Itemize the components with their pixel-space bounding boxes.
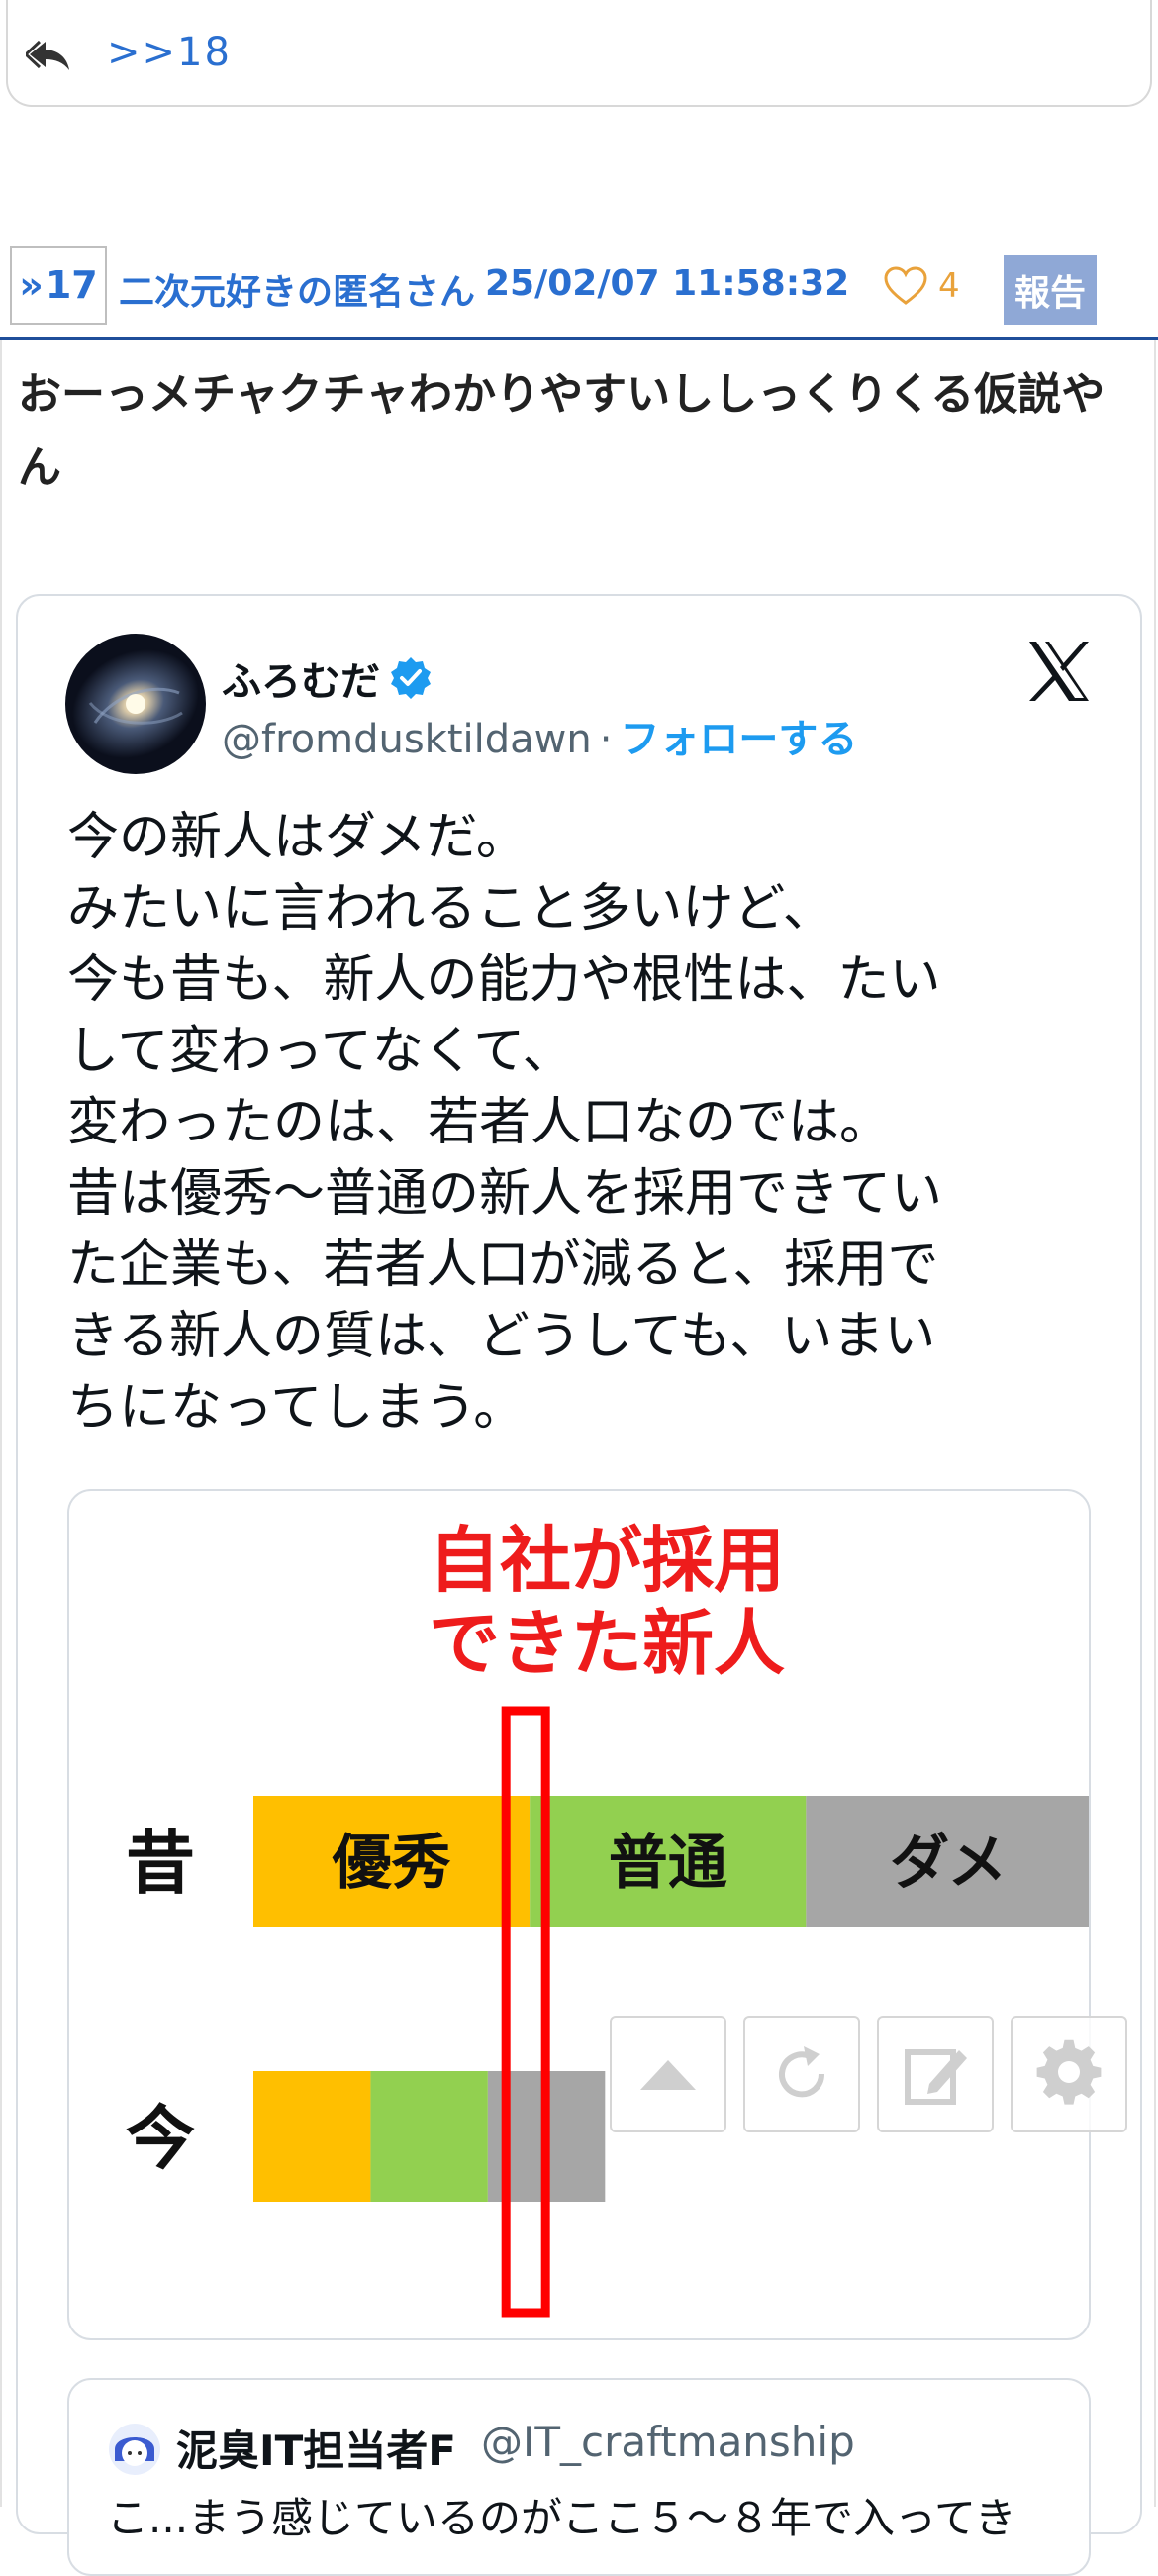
chart-segment-label: 普通	[609, 1829, 727, 1898]
tweet-text: 今の新人はダメだ。 みたいに言われること多いけど、 今も昔も、新人の能力や根性は…	[67, 802, 1097, 1443]
tweet-line: 変わったのは、若者人口なのでは。	[67, 1093, 892, 1152]
chart-segment-label: ダメ	[890, 1829, 1007, 1898]
header-divider	[0, 337, 1158, 340]
tweet-avatar[interactable]	[65, 634, 206, 774]
tweet-line: して変わってなくて、	[67, 1022, 574, 1081]
tweet-handle-row: @fromdusktildawn · フォローする	[222, 707, 857, 764]
post-author: 二次元好きの匿名さん	[119, 272, 476, 313]
tweet-line: みたいに言われること多いけど、	[67, 879, 834, 939]
follow-button[interactable]: フォローする	[620, 717, 857, 762]
post-border-right	[1154, 340, 1156, 2507]
tweet-line: 昔は優秀〜普通の新人を採用できてい	[67, 1164, 943, 1224]
embedded-tweet[interactable]: ふろむだ @fromdusktildawn · フォローする 今の新人はダメだ。 み…	[16, 594, 1142, 2576]
tweet-line: た企業も、若者人口が減ると、採用で	[67, 1236, 939, 1295]
quote-handle: @IT_craftmanship	[481, 2418, 855, 2466]
tweet-line: きる新人の質は、どうしても、いまい	[67, 1307, 936, 1366]
anchor-link-18[interactable]: >>18	[107, 30, 232, 75]
post-header: » 17 二次元好きの匿名さん 25/02/07 11:58:32 4 報告	[0, 244, 1158, 343]
edit-button[interactable]	[877, 2016, 994, 2132]
reload-button[interactable]	[743, 2016, 860, 2132]
tweet-image-chart[interactable]: 自社が採用 できた新人 昔優秀 普通 ダメ今	[67, 1489, 1091, 2340]
report-button[interactable]: 報告	[1004, 255, 1097, 325]
double-chevron-icon: »	[19, 263, 44, 307]
stacked-bar-chart: 昔 優秀 普通 ダメ今	[126, 1706, 1089, 2318]
post-date: 25/02/07 11:58:32	[485, 263, 850, 304]
tweet-line: 今も昔も、新人の能力や根性は、たい	[67, 950, 941, 1010]
tweet-display-name[interactable]: ふろむだ	[222, 649, 434, 707]
tweet-line: 今の新人はダメだ。	[67, 808, 528, 867]
settings-icon	[1036, 2039, 1102, 2105]
post-number: 17	[45, 263, 98, 307]
quote-avatar-icon	[109, 2424, 160, 2475]
verified-badge-icon	[391, 657, 431, 699]
quoted-tweet[interactable]: 泥臭IT担当者F @IT_craftmanship こ...まう感じているのがこ…	[67, 2378, 1091, 2576]
tweet-handle[interactable]: @fromdusktildawn	[222, 717, 592, 762]
x-logo-icon[interactable]	[1023, 636, 1095, 707]
like-count: 4	[938, 266, 960, 306]
chart-segment-label: 優秀	[332, 1829, 451, 1898]
chart-category-label: 今	[126, 2098, 195, 2179]
previous-post-footer: >>18	[6, 0, 1152, 107]
post-border-left	[0, 340, 2, 2507]
chart-bar-segment	[253, 2071, 371, 2202]
reply-all-icon[interactable]	[26, 38, 73, 73]
chart-bar-segment	[370, 2071, 488, 2202]
galaxy-avatar-icon	[65, 634, 206, 774]
quote-text: こ...まう感じているのがここ５〜８年で入ってき	[107, 2494, 1016, 2542]
tweet-line: ちになってしまう。	[67, 1378, 526, 1437]
reload-icon	[779, 2046, 825, 2098]
chart-category-label: 昔	[126, 1823, 195, 1904]
scroll-top-icon	[640, 2060, 696, 2090]
post-number-button[interactable]: » 17	[10, 246, 107, 325]
separator-dot: ·	[599, 717, 613, 762]
settings-button[interactable]	[1011, 2016, 1127, 2132]
quote-author: 泥臭IT担当者F	[176, 2427, 456, 2475]
scroll-top-button[interactable]	[610, 2016, 726, 2132]
like-button[interactable]: 4	[883, 265, 960, 307]
edit-icon	[905, 2049, 967, 2105]
tweet-name-text: ふろむだ	[222, 659, 380, 705]
post-body: おーっメチャクチャわかりやすいししっくりくる仮説やん	[18, 369, 1106, 493]
heart-icon	[884, 266, 927, 305]
